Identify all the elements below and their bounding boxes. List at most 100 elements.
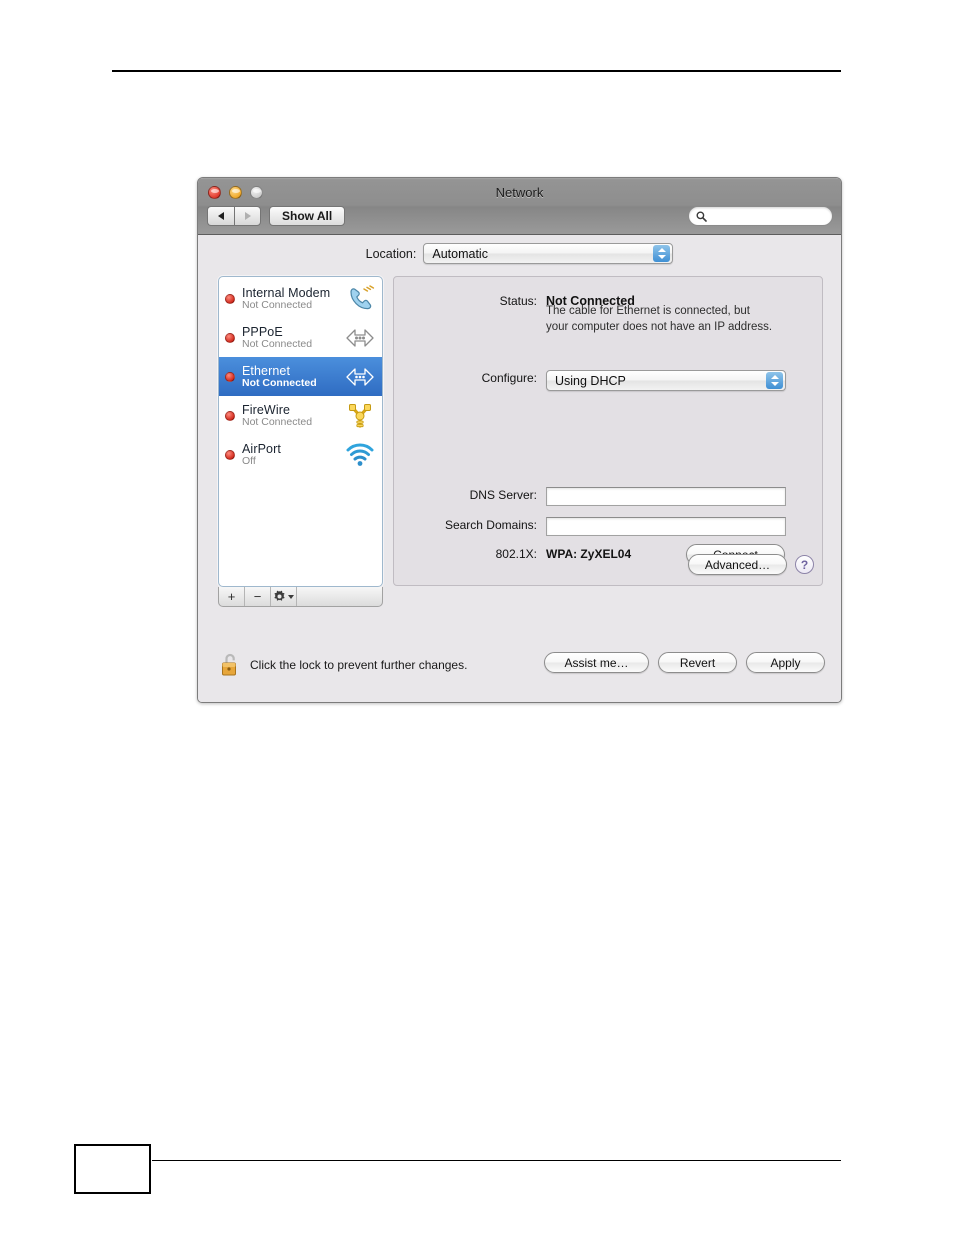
location-popup[interactable]: Automatic — [423, 243, 674, 264]
lock-row[interactable]: Click the lock to prevent further change… — [220, 652, 467, 678]
status-dot — [225, 371, 235, 382]
service-status: Off — [242, 454, 256, 467]
revert-button[interactable]: Revert — [658, 652, 737, 673]
service-text: FireWire Not Connected — [242, 403, 344, 429]
navigation-buttons — [207, 206, 261, 226]
lock-caption: Click the lock to prevent further change… — [250, 658, 468, 672]
configure-value: Using DHCP — [555, 373, 626, 388]
status-note: The cable for Ethernet is connected, but… — [546, 304, 772, 335]
location-value: Automatic — [432, 246, 488, 261]
service-item-airport[interactable]: AirPort Off — [219, 435, 382, 474]
dns-server-label: DNS Server: — [469, 488, 537, 502]
apply-button[interactable]: Apply — [746, 652, 825, 673]
status-dot — [225, 410, 235, 421]
service-name: Internal Modem — [242, 285, 331, 300]
add-service-label: + — [227, 589, 236, 604]
status-label: Status: — [499, 294, 537, 308]
assist-me-label: Assist me… — [564, 655, 629, 670]
back-arrow-icon — [218, 212, 224, 220]
service-list[interactable]: Internal Modem Not Connected PPPoE Not C… — [218, 276, 383, 587]
status-note-line-2: your computer does not have an IP addres… — [546, 320, 773, 333]
service-name: AirPort — [242, 441, 281, 456]
chevron-updown-icon — [653, 245, 671, 262]
window-titlebar: Network Show All — [198, 178, 841, 235]
airport-icon — [344, 440, 376, 470]
service-item-internal-modem[interactable]: Internal Modem Not Connected — [219, 279, 382, 318]
window-body: Location: Automatic Internal Modem Not C… — [198, 235, 841, 702]
gear-icon — [273, 590, 286, 603]
page-number-box — [74, 1144, 151, 1194]
status-dot — [225, 293, 235, 304]
firewire-icon — [344, 401, 376, 431]
service-text: Internal Modem Not Connected — [242, 286, 344, 312]
assist-me-button[interactable]: Assist me… — [544, 652, 649, 673]
service-text: PPPoE Not Connected — [242, 325, 344, 351]
show-all-label: Show All — [282, 209, 333, 223]
location-label: Location: — [365, 246, 417, 261]
remove-service-button[interactable]: − — [245, 587, 271, 606]
page-footer-rule — [152, 1160, 841, 1161]
status-dot — [225, 332, 235, 343]
add-service-button[interactable]: + — [219, 587, 245, 606]
service-name: FireWire — [242, 402, 291, 417]
status-dot — [225, 449, 235, 460]
service-status: Not Connected — [242, 415, 313, 428]
service-detail-panel: Status: Not Connected The cable for Ethe… — [393, 276, 823, 586]
service-item-firewire[interactable]: FireWire Not Connected — [219, 396, 382, 435]
x802-label: 802.1X: — [495, 547, 537, 561]
dns-server-row: DNS Server: — [394, 487, 786, 506]
search-domains-field[interactable] — [546, 517, 786, 536]
x802-row: 802.1X: WPA: ZyXEL04 — [394, 545, 632, 564]
search-domains-row: Search Domains: — [394, 517, 786, 536]
forward-arrow-icon — [244, 212, 251, 220]
search-field[interactable] — [688, 206, 841, 226]
advanced-label: Advanced… — [704, 557, 771, 572]
chevron-down-icon — [288, 594, 294, 599]
unlocked-padlock-icon[interactable] — [220, 652, 242, 678]
window-title: Network — [495, 185, 544, 200]
search-domains-input[interactable] — [547, 518, 785, 536]
page-header-rule — [112, 70, 841, 72]
footer-buttons: Assist me… Revert Apply — [544, 652, 825, 673]
search-domains-label: Search Domains: — [444, 518, 537, 532]
service-text: Ethernet Not Connected — [242, 364, 344, 390]
back-button[interactable] — [207, 206, 234, 226]
dns-server-input[interactable] — [547, 488, 785, 506]
service-item-ethernet[interactable]: Ethernet Not Connected — [219, 357, 382, 396]
service-status: Not Connected — [242, 298, 313, 311]
x802-value: WPA: ZyXEL04 — [546, 547, 632, 561]
help-button[interactable]: ? — [795, 555, 814, 574]
location-row: Location: Automatic — [198, 243, 841, 264]
pppoe-icon — [344, 323, 376, 353]
show-all-button[interactable]: Show All — [269, 206, 346, 226]
service-action-menu-button[interactable] — [271, 587, 297, 606]
panel-footer-actions: Advanced… ? — [688, 554, 814, 575]
revert-label: Revert — [679, 655, 716, 670]
apply-label: Apply — [770, 655, 801, 670]
configure-row: Configure: Using DHCP — [394, 370, 786, 391]
service-status: Not Connected — [242, 337, 313, 350]
configure-popup[interactable]: Using DHCP — [546, 370, 786, 391]
service-item-pppoe[interactable]: PPPoE Not Connected — [219, 318, 382, 357]
forward-button[interactable] — [234, 206, 261, 226]
status-note-line-1: The cable for Ethernet is connected, but — [546, 305, 750, 317]
service-name: PPPoE — [242, 324, 283, 339]
network-preferences-window: Network Show All Location: Automatic Int… — [197, 177, 842, 703]
advanced-button[interactable]: Advanced… — [688, 554, 787, 575]
search-icon — [696, 211, 707, 222]
toolbar-filler — [297, 587, 382, 606]
help-label: ? — [800, 557, 809, 572]
search-input[interactable] — [710, 209, 841, 223]
remove-service-label: − — [253, 589, 262, 604]
configure-label: Configure: — [481, 371, 537, 385]
window-footer: Click the lock to prevent further change… — [198, 642, 841, 702]
ethernet-icon — [344, 362, 376, 392]
chevron-updown-icon — [766, 372, 783, 389]
service-name: Ethernet — [242, 363, 291, 378]
service-text: AirPort Off — [242, 442, 344, 468]
service-status: Not Connected — [242, 376, 317, 389]
service-list-items: Internal Modem Not Connected PPPoE Not C… — [219, 277, 382, 474]
service-list-toolbar: + − — [218, 587, 383, 607]
modem-icon — [344, 284, 376, 314]
dns-server-field[interactable] — [546, 487, 786, 506]
